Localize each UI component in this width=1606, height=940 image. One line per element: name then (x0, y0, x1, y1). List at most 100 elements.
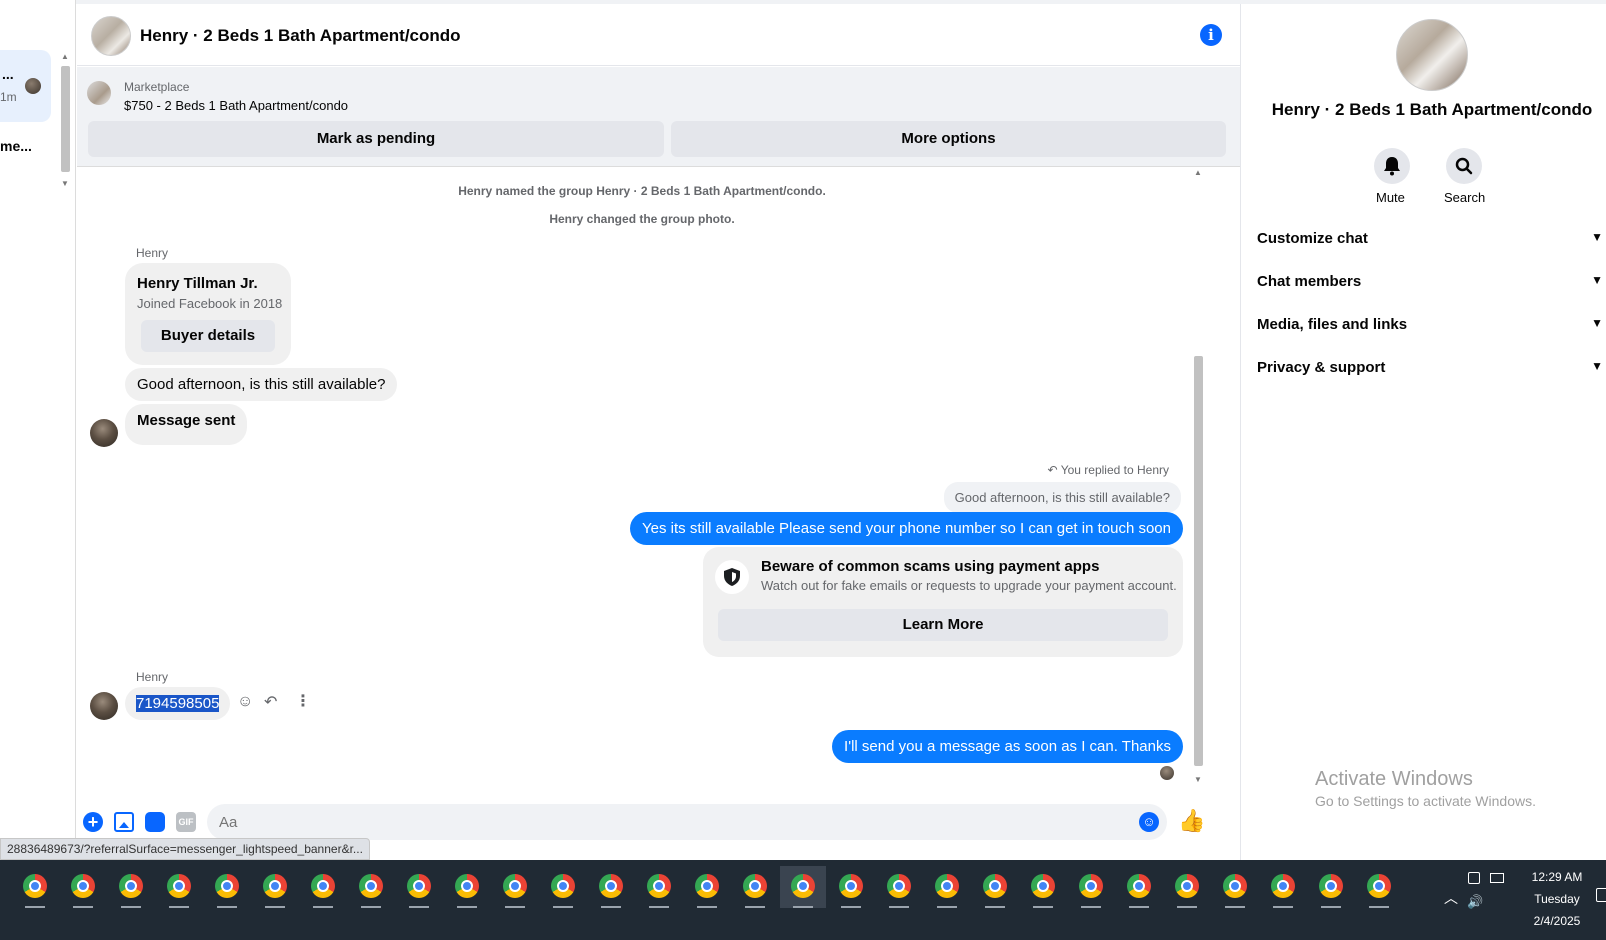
chevron-up-icon[interactable]: ︿ (1444, 888, 1458, 908)
chrome-taskbar-button[interactable] (348, 866, 394, 908)
listing-thumbnail[interactable] (87, 81, 111, 105)
clock-time[interactable]: 12:29 AM (1522, 870, 1592, 884)
chat-scrollbar[interactable]: ▲ ▼ (1192, 168, 1205, 784)
mute-button[interactable] (1374, 148, 1410, 184)
marketplace-banner: Marketplace $750 - 2 Beds 1 Bath Apartme… (77, 67, 1240, 167)
chrome-taskbar-button[interactable] (540, 866, 586, 908)
chrome-taskbar-button[interactable] (1260, 866, 1306, 908)
conversation-item[interactable]: me... (0, 138, 32, 154)
clock-date[interactable]: 2/4/2025 (1522, 914, 1592, 928)
search-button[interactable] (1446, 148, 1482, 184)
chrome-taskbar-button[interactable] (108, 866, 154, 908)
chrome-taskbar-button[interactable] (1356, 866, 1402, 908)
chrome-taskbar-button[interactable] (252, 866, 298, 908)
chrome-taskbar-button[interactable] (492, 866, 538, 908)
running-indicator (1273, 906, 1293, 908)
chrome-taskbar-button[interactable] (12, 866, 58, 908)
sender-avatar[interactable] (90, 419, 118, 447)
chrome-taskbar-button[interactable] (828, 866, 874, 908)
conversation-item-active[interactable]: ... 1m (0, 50, 51, 122)
network-icon[interactable] (1490, 873, 1504, 883)
chrome-icon (1367, 874, 1391, 898)
listing-title[interactable]: $750 - 2 Beds 1 Bath Apartment/condo (124, 98, 348, 113)
plus-icon[interactable]: + (83, 812, 103, 832)
chrome-taskbar-button[interactable] (204, 866, 250, 908)
reply-icon[interactable]: ↶ (264, 692, 277, 712)
outgoing-message[interactable]: Yes its still available Please send your… (630, 512, 1183, 545)
system-tray: ︿ 🔊 12:29 AM Tuesday 2/4/2025 (1440, 860, 1606, 940)
info-icon[interactable]: i (1200, 24, 1222, 46)
scroll-up-icon[interactable]: ▲ (61, 52, 69, 61)
more-options-button[interactable]: More options (671, 121, 1226, 157)
scroll-thumb[interactable] (61, 66, 70, 172)
media-files-links-row[interactable]: Media, files and links ▼ (1257, 316, 1606, 346)
scroll-down-icon[interactable]: ▼ (61, 179, 69, 188)
chrome-taskbar-button[interactable] (684, 866, 730, 908)
bell-icon (1384, 157, 1400, 176)
chrome-icon (23, 874, 47, 898)
photo-icon[interactable] (114, 812, 134, 832)
running-indicator (313, 906, 333, 908)
chat-title[interactable]: Henry · 2 Beds 1 Bath Apartment/condo (140, 26, 461, 46)
volume-icon[interactable]: 🔊 (1467, 894, 1483, 910)
thumbs-up-icon[interactable]: 👍 (1178, 808, 1205, 834)
chrome-taskbar-button[interactable] (300, 866, 346, 908)
chrome-taskbar-button[interactable] (1068, 866, 1114, 908)
chrome-taskbar-button[interactable] (924, 866, 970, 908)
running-indicator (409, 906, 429, 908)
message-input[interactable] (207, 804, 1167, 840)
chrome-taskbar-button[interactable] (1116, 866, 1162, 908)
chrome-icon (263, 874, 287, 898)
chrome-taskbar-button[interactable] (1308, 866, 1354, 908)
chrome-taskbar-button[interactable] (780, 866, 826, 908)
chrome-taskbar-button[interactable] (636, 866, 682, 908)
group-avatar-large[interactable] (1396, 19, 1468, 91)
reply-quote[interactable]: Good afternoon, is this still available? (943, 482, 1181, 513)
learn-more-button[interactable]: Learn More (718, 609, 1168, 641)
chrome-taskbar-button[interactable] (396, 866, 442, 908)
clock-day[interactable]: Tuesday (1522, 892, 1592, 906)
chrome-icon (887, 874, 911, 898)
buyer-details-button[interactable]: Buyer details (141, 320, 275, 352)
chrome-icon (1223, 874, 1247, 898)
customize-chat-row[interactable]: Customize chat ▼ (1257, 230, 1606, 260)
chrome-taskbar-button[interactable] (972, 866, 1018, 908)
chrome-icon (1127, 874, 1151, 898)
sticker-icon[interactable] (145, 812, 165, 832)
react-icon[interactable]: ☺ (237, 693, 253, 711)
incoming-message[interactable]: Good afternoon, is this still available? (125, 368, 398, 401)
chrome-icon (791, 874, 815, 898)
emoji-icon[interactable]: ☺ (1139, 812, 1159, 832)
gif-icon[interactable]: GIF (176, 812, 196, 832)
scroll-down-icon[interactable]: ▼ (1194, 775, 1202, 784)
privacy-support-row[interactable]: Privacy & support ▼ (1257, 359, 1606, 389)
profile-name[interactable]: Henry Tillman Jr. (137, 275, 258, 292)
chat-members-row[interactable]: Chat members ▼ (1257, 273, 1606, 303)
selected-phone-number[interactable]: 7194598505 (136, 695, 220, 712)
scroll-thumb[interactable] (1194, 356, 1203, 766)
incoming-message[interactable]: 7194598505 (125, 687, 231, 720)
chrome-taskbar-button[interactable] (588, 866, 634, 908)
group-avatar[interactable] (91, 16, 131, 56)
chrome-taskbar-button[interactable] (60, 866, 106, 908)
meet-now-icon[interactable] (1468, 872, 1480, 884)
notification-icon[interactable] (1596, 888, 1606, 902)
mark-as-pending-button[interactable]: Mark as pending (88, 121, 664, 157)
chrome-taskbar-button[interactable] (1212, 866, 1258, 908)
more-icon[interactable]: ⋮ (295, 691, 311, 711)
incoming-message[interactable]: Message sent (125, 404, 248, 445)
outgoing-message[interactable]: I'll send you a message as soon as I can… (832, 730, 1183, 763)
chrome-taskbar-button[interactable] (1020, 866, 1066, 908)
running-indicator (841, 906, 861, 908)
chrome-taskbar-button[interactable] (156, 866, 202, 908)
chrome-taskbar-button[interactable] (444, 866, 490, 908)
marketplace-label: Marketplace (124, 80, 190, 94)
sender-avatar[interactable] (90, 692, 118, 720)
chrome-taskbar-button[interactable] (876, 866, 922, 908)
chrome-icon (1319, 874, 1343, 898)
scroll-up-icon[interactable]: ▲ (1194, 168, 1202, 177)
chrome-taskbar-button[interactable] (732, 866, 778, 908)
conversation-list-scrollbar[interactable]: ▲ ▼ (59, 52, 72, 190)
chrome-taskbar-button[interactable] (1164, 866, 1210, 908)
running-indicator (361, 906, 381, 908)
